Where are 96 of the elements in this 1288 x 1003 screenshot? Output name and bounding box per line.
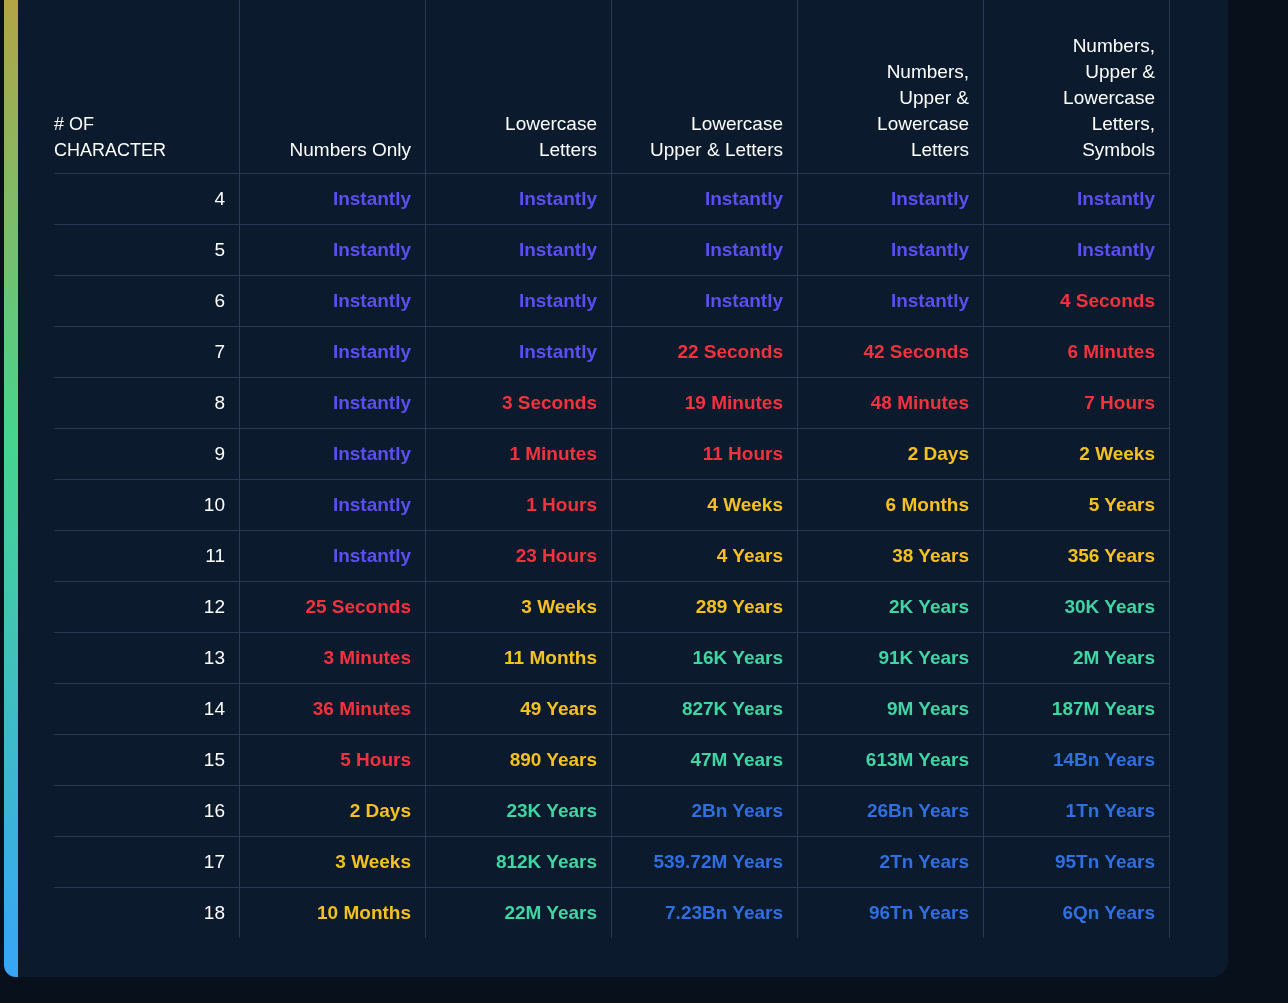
table-cell: 2Bn Years bbox=[611, 785, 798, 837]
table-cell: Instantly bbox=[797, 224, 984, 276]
table-cell: 14Bn Years bbox=[983, 734, 1170, 786]
table-cell: 8 bbox=[54, 377, 240, 429]
table-cell: 356 Years bbox=[983, 530, 1170, 582]
table-cell: 4 bbox=[54, 173, 240, 225]
column-header: Lowercase Upper & Letters bbox=[611, 0, 798, 174]
table-cell: 2Tn Years bbox=[797, 836, 984, 888]
table-cell: 6 Minutes bbox=[983, 326, 1170, 378]
table-cell: 16K Years bbox=[611, 632, 798, 684]
table-cell: 2 Days bbox=[239, 785, 426, 837]
table-cell: 25 Seconds bbox=[239, 581, 426, 633]
table-cell: 4 Weeks bbox=[611, 479, 798, 531]
table-cell: Instantly bbox=[983, 173, 1170, 225]
table-cell: 890 Years bbox=[425, 734, 612, 786]
table-cell: 2 Days bbox=[797, 428, 984, 480]
table-cell: 3 Seconds bbox=[425, 377, 612, 429]
column-header: Numbers Only bbox=[239, 0, 426, 174]
table-cell: Instantly bbox=[239, 428, 426, 480]
table-cell: 3 Weeks bbox=[239, 836, 426, 888]
table-cell: 23 Hours bbox=[425, 530, 612, 582]
table-cell: 15 bbox=[54, 734, 240, 786]
table-cell: 10 Months bbox=[239, 887, 426, 938]
table-cell: 11 bbox=[54, 530, 240, 582]
table-cell: 13 bbox=[54, 632, 240, 684]
column-header: Numbers, Upper & Lowercase Letters, Symbols bbox=[983, 0, 1170, 174]
table-cell: Instantly bbox=[611, 173, 798, 225]
table-cell: 3 Weeks bbox=[425, 581, 612, 633]
table-cell: 49 Years bbox=[425, 683, 612, 735]
table-cell: 5 bbox=[54, 224, 240, 276]
table-cell: 22 Seconds bbox=[611, 326, 798, 378]
table-cell: 7 bbox=[54, 326, 240, 378]
table-cell: Instantly bbox=[239, 377, 426, 429]
table-cell: 11 Hours bbox=[611, 428, 798, 480]
table-cell: 1Tn Years bbox=[983, 785, 1170, 837]
table-cell: Instantly bbox=[425, 275, 612, 327]
table-cell: 2M Years bbox=[983, 632, 1170, 684]
table-cell: Instantly bbox=[611, 275, 798, 327]
table-cell: 47M Years bbox=[611, 734, 798, 786]
table-cell: 6 Months bbox=[797, 479, 984, 531]
table-cell: Instantly bbox=[239, 530, 426, 582]
table-cell: 14 bbox=[54, 683, 240, 735]
table-cell: 36 Minutes bbox=[239, 683, 426, 735]
table-cell: 5 Hours bbox=[239, 734, 426, 786]
table-cell: Instantly bbox=[425, 326, 612, 378]
table-cell: 10 bbox=[54, 479, 240, 531]
table-cell: Instantly bbox=[239, 326, 426, 378]
table-cell: 17 bbox=[54, 836, 240, 888]
column-header: Numbers, Upper & Lowercase Letters bbox=[797, 0, 984, 174]
table-cell: 812K Years bbox=[425, 836, 612, 888]
table-cell: 23K Years bbox=[425, 785, 612, 837]
table-cell: 11 Months bbox=[425, 632, 612, 684]
table-cell: 7 Hours bbox=[983, 377, 1170, 429]
table-cell: 3 Minutes bbox=[239, 632, 426, 684]
table-cell: 42 Seconds bbox=[797, 326, 984, 378]
table-cell: 96Tn Years bbox=[797, 887, 984, 938]
table-cell: 18 bbox=[54, 887, 240, 938]
column-header: Lowercase Letters bbox=[425, 0, 612, 174]
table-cell: 827K Years bbox=[611, 683, 798, 735]
table-cell: 38 Years bbox=[797, 530, 984, 582]
table-cell: 5 Years bbox=[983, 479, 1170, 531]
table-cell: 12 bbox=[54, 581, 240, 633]
table-cell: 539.72M Years bbox=[611, 836, 798, 888]
table-cell: 289 Years bbox=[611, 581, 798, 633]
table-cell: 19 Minutes bbox=[611, 377, 798, 429]
table-cell: 187M Years bbox=[983, 683, 1170, 735]
table-cell: Instantly bbox=[239, 224, 426, 276]
table-cell: 22M Years bbox=[425, 887, 612, 938]
table-cell: 2 Weeks bbox=[983, 428, 1170, 480]
table-cell: 6Qn Years bbox=[983, 887, 1170, 938]
table-cell: Instantly bbox=[983, 224, 1170, 276]
table-cell: 9M Years bbox=[797, 683, 984, 735]
table-cell: Instantly bbox=[797, 173, 984, 225]
table-cell: 9 bbox=[54, 428, 240, 480]
table-cell: Instantly bbox=[425, 224, 612, 276]
table-cell: 7.23Bn Years bbox=[611, 887, 798, 938]
table-cell: 613M Years bbox=[797, 734, 984, 786]
table-cell: 16 bbox=[54, 785, 240, 837]
table-cell: 91K Years bbox=[797, 632, 984, 684]
table-cell: 95Tn Years bbox=[983, 836, 1170, 888]
table-cell: Instantly bbox=[239, 275, 426, 327]
table-cell: Instantly bbox=[425, 173, 612, 225]
table-cell: 26Bn Years bbox=[797, 785, 984, 837]
table-cell: Instantly bbox=[797, 275, 984, 327]
table-cell: 1 Hours bbox=[425, 479, 612, 531]
table-cell: 1 Minutes bbox=[425, 428, 612, 480]
table-cell: 4 Years bbox=[611, 530, 798, 582]
table-cell: Instantly bbox=[239, 479, 426, 531]
table-cell: 48 Minutes bbox=[797, 377, 984, 429]
table-cell: Instantly bbox=[611, 224, 798, 276]
table-cell: 30K Years bbox=[983, 581, 1170, 633]
table-cell: 2K Years bbox=[797, 581, 984, 633]
column-header: # OF CHARACTER bbox=[54, 0, 240, 174]
table-cell: 4 Seconds bbox=[983, 275, 1170, 327]
table-cell: Instantly bbox=[239, 173, 426, 225]
table-cell: 6 bbox=[54, 275, 240, 327]
